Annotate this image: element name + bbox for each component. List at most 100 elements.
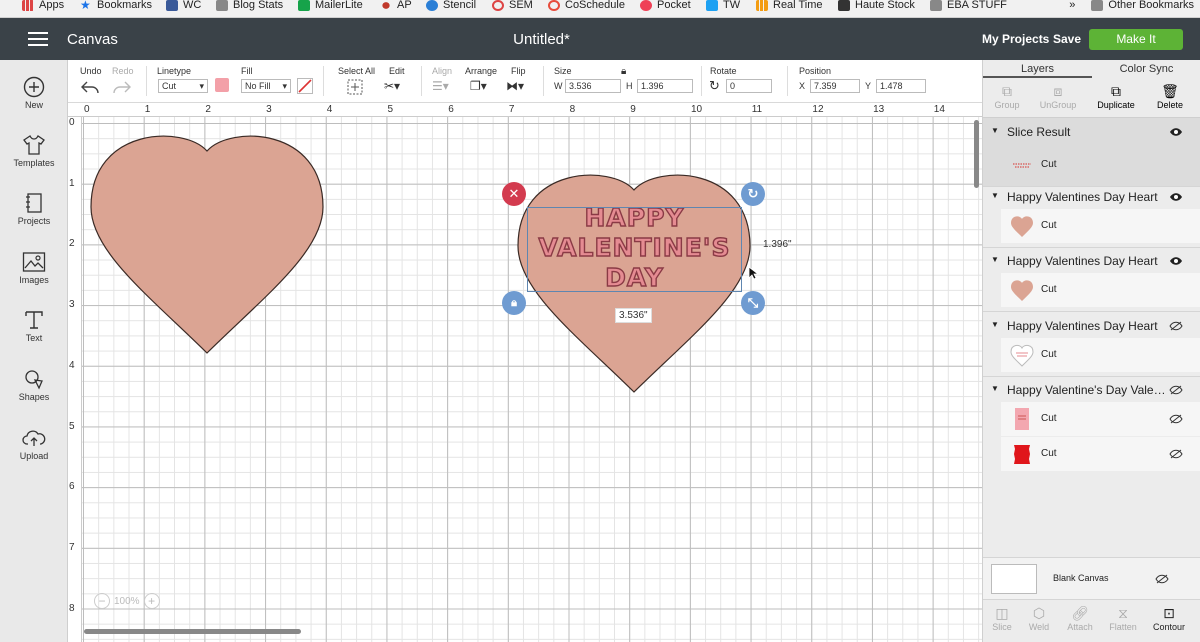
bookmark-eba-stuff[interactable]: EBA STUFF <box>930 0 1007 14</box>
redo-icon[interactable] <box>112 79 132 95</box>
sidebar-item-shapes[interactable]: Shapes <box>0 368 68 402</box>
rotate-label: Rotate <box>710 66 737 76</box>
fill-select[interactable]: No Fill <box>241 79 291 93</box>
bookmarks-overflow[interactable]: » <box>1069 0 1075 11</box>
flatten-button[interactable]: ⧖ Flatten <box>1108 605 1138 632</box>
layer-heart-1[interactable]: ▼ Happy Valentines Day Heart <box>983 185 1200 209</box>
ruler-tick-label: 4 <box>69 359 75 371</box>
duplicate-button[interactable]: ⧉ Duplicate <box>1096 83 1136 110</box>
eye-hidden-icon[interactable] <box>1169 449 1183 459</box>
my-projects-button[interactable]: My Projects <box>982 32 1049 46</box>
rotate-input[interactable]: 0 <box>726 79 772 93</box>
layer-row[interactable]: Cut <box>1001 209 1200 243</box>
contour-button[interactable]: ⊡ Contour <box>1151 605 1187 632</box>
eye-hidden-icon[interactable] <box>1169 414 1183 424</box>
tab-color-sync[interactable]: Color Sync <box>1092 60 1200 78</box>
heart-shape-left[interactable] <box>89 131 325 355</box>
save-button[interactable]: Save <box>1053 32 1081 46</box>
bookmark-pocket[interactable]: Pocket <box>640 0 691 14</box>
blank-canvas-swatch[interactable] <box>991 564 1037 594</box>
height-input[interactable]: 1.396 <box>637 79 693 93</box>
layer-valentines-group[interactable]: ▼ Happy Valentine's Day Valentine's Day <box>983 378 1200 402</box>
select-all-icon[interactable] <box>347 79 363 95</box>
bookmark-real-time[interactable]: Real Time <box>756 0 823 14</box>
bookmark-coschedule[interactable]: CoSchedule <box>548 0 625 14</box>
bookmark-tw[interactable]: TW <box>706 0 740 14</box>
ap-icon <box>380 0 392 11</box>
undo-icon[interactable] <box>80 79 100 95</box>
bookmark-apps[interactable]: Apps <box>22 0 64 14</box>
eye-hidden-icon[interactable] <box>1155 574 1169 584</box>
width-input[interactable]: 3.536 <box>565 79 621 93</box>
x-label: X <box>799 81 806 91</box>
layer-row[interactable]: Cut <box>1001 437 1200 471</box>
ruler-tick-label: 6 <box>69 481 75 493</box>
caret-down-icon[interactable]: ▼ <box>991 191 999 200</box>
caret-down-icon[interactable]: ▼ <box>991 320 999 329</box>
blank-canvas-row[interactable]: Blank Canvas <box>983 557 1200 599</box>
bookmark-mailerlite[interactable]: MailerLite <box>298 0 363 14</box>
design-canvas[interactable]: 0 1 2 3 4 5 6 7 8 9 10 11 12 13 14 012345678 HAPPY VAL… <box>68 103 982 642</box>
tab-layers[interactable]: Layers <box>983 60 1092 78</box>
layer-row[interactable]: Cut <box>1001 402 1200 436</box>
caret-down-icon[interactable]: ▼ <box>991 126 999 135</box>
y-position-input[interactable]: 1.478 <box>876 79 926 93</box>
flip-icon[interactable]: ⧓▾ <box>506 79 524 93</box>
bookmark-stencil[interactable]: Stencil <box>426 0 476 14</box>
edit-scissors-icon[interactable]: ✂▾ <box>384 79 400 93</box>
caret-down-icon[interactable]: ▼ <box>991 255 999 264</box>
lock-handle-icon[interactable]: 🔒︎ <box>502 291 526 315</box>
other-bookmarks[interactable]: Other Bookmarks <box>1108 0 1194 11</box>
eye-hidden-icon[interactable] <box>1169 385 1183 395</box>
caret-down-icon[interactable]: ▼ <box>991 384 999 393</box>
arrange-icon[interactable]: ❐▾ <box>470 79 487 93</box>
bookmark-blog-stats[interactable]: Blog Stats <box>216 0 283 14</box>
zoom-in-icon[interactable]: + <box>143 593 160 609</box>
group-button[interactable]: ⧉ Group <box>993 83 1021 110</box>
sidebar-item-text[interactable]: Text <box>0 309 68 343</box>
ungroup-button[interactable]: ⧈ UnGroup <box>1039 83 1077 110</box>
layer-row[interactable]: Cut <box>1001 148 1200 182</box>
eye-icon[interactable] <box>1169 256 1183 266</box>
delete-handle-icon[interactable]: ✕ <box>502 182 526 206</box>
lock-icon[interactable]: 🔒︎ <box>621 66 626 77</box>
attach-button[interactable]: 🔗︎ Attach <box>1066 605 1094 632</box>
bookmark-haute-stock[interactable]: Haute Stock <box>838 0 915 14</box>
eye-hidden-icon[interactable] <box>1169 321 1183 331</box>
duplicate-icon: ⧉ <box>1111 83 1121 99</box>
slice-result-thumbnail <box>1013 163 1031 168</box>
layer-heart-3[interactable]: ▼ Happy Valentines Day Heart <box>983 314 1200 338</box>
layer-row[interactable]: Cut <box>1001 273 1200 307</box>
width-label: W <box>554 81 563 91</box>
bookmark-bookmarks[interactable]: ★ Bookmarks <box>80 0 152 14</box>
layer-heart-2[interactable]: ▼ Happy Valentines Day Heart <box>983 249 1200 273</box>
sidebar-item-projects[interactable]: Projects <box>0 192 68 226</box>
horizontal-scrollbar[interactable] <box>84 629 301 634</box>
layer-slice-result[interactable]: ▼ Slice Result <box>983 120 1200 144</box>
eye-icon[interactable] <box>1169 192 1183 202</box>
no-fill-swatch-icon[interactable] <box>297 78 313 94</box>
rotate-handle-icon[interactable]: ↻ <box>741 182 765 206</box>
delete-button[interactable]: 🗑︎ Delete <box>1155 83 1185 110</box>
rotate-icon[interactable]: ↻ <box>709 79 720 93</box>
make-it-button[interactable]: Make It <box>1089 29 1183 50</box>
resize-handle-icon[interactable]: ⤡ <box>741 291 765 315</box>
bookmark-ap[interactable]: AP <box>380 0 412 14</box>
align-icon[interactable]: ☰▾ <box>432 79 449 93</box>
sidebar-item-upload[interactable]: Upload <box>0 427 68 461</box>
bookmark-wc[interactable]: WC <box>166 0 201 14</box>
slice-button[interactable]: ◫ Slice <box>991 605 1013 632</box>
layer-row[interactable]: Cut <box>1001 338 1200 372</box>
weld-button[interactable]: ⬡ Weld <box>1027 605 1051 632</box>
sidebar-item-images[interactable]: Images <box>0 251 68 285</box>
sidebar-item-new[interactable]: New <box>0 76 68 110</box>
linetype-color-swatch[interactable] <box>215 78 229 92</box>
zoom-out-icon[interactable]: − <box>94 593 110 609</box>
eye-icon[interactable] <box>1169 127 1183 137</box>
linetype-select[interactable]: Cut <box>158 79 208 93</box>
x-position-input[interactable]: 7.359 <box>810 79 860 93</box>
vertical-scrollbar[interactable] <box>974 120 979 188</box>
ruler-tick-label: 7 <box>69 541 75 553</box>
sidebar-item-templates[interactable]: Templates <box>0 134 68 168</box>
bookmark-sem[interactable]: SEM <box>492 0 533 14</box>
